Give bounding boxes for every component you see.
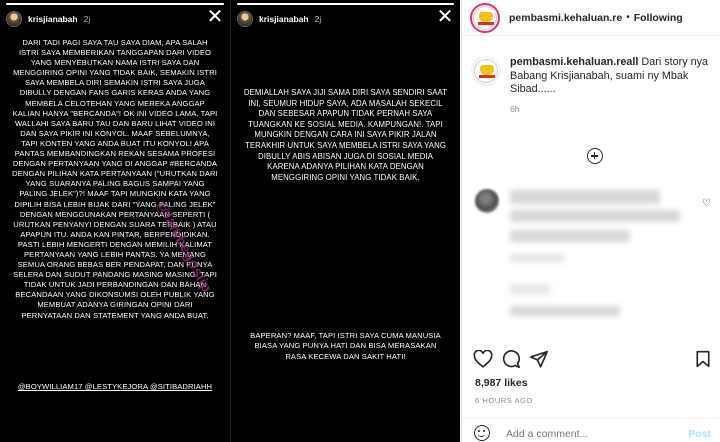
story-username[interactable]: krisjianabah: [28, 14, 78, 24]
share-icon[interactable]: [529, 350, 549, 368]
post-sidebar: pembasmi.kehaluan.re • Following pembasm…: [461, 0, 720, 442]
likes-count[interactable]: 8,987 likes: [475, 377, 528, 389]
story-footer-text: Baperan? Maaf, tapi istri saya cuma manu…: [250, 331, 441, 361]
story-header: krisjianabah 2j ✕: [6, 7, 224, 29]
story-avatar[interactable]: [6, 11, 22, 27]
story-progress-bar: [6, 3, 224, 5]
story-panel-2: krisjianabah 2j ✕ Demiallah saya jiji sa…: [230, 0, 460, 442]
story-text: Dari tadi pagi saya tau saya diam, apa s…: [12, 38, 218, 320]
story-time: 2j: [83, 14, 91, 24]
post-actions: [473, 350, 713, 370]
post-timestamp: 6 HOURS AGO: [475, 396, 533, 405]
save-icon[interactable]: [695, 350, 711, 368]
emoji-icon[interactable]: [474, 425, 490, 441]
story-header: krisjianabah 2j ✕: [237, 7, 454, 29]
heart-icon[interactable]: [473, 350, 493, 368]
caption-avatar[interactable]: [471, 56, 501, 86]
following-button[interactable]: Following: [634, 12, 683, 24]
post-caption: pembasmi.kehaluan.reall Dari story nya B…: [462, 36, 720, 97]
account-avatar[interactable]: [470, 2, 500, 33]
post-username[interactable]: pembasmi.kehaluan.re: [509, 12, 622, 24]
close-icon[interactable]: ✕: [436, 7, 454, 27]
story-text: Demiallah saya jiji sama diri saya sendi…: [243, 88, 448, 182]
heart-icon[interactable]: ♡: [702, 198, 711, 209]
separator-dot: •: [626, 12, 630, 23]
plus-circle-icon[interactable]: [587, 148, 603, 164]
commenter-avatar[interactable]: [475, 189, 499, 213]
story-avatar[interactable]: [237, 11, 253, 27]
caption-username[interactable]: pembasmi.kehaluan.reall: [510, 56, 638, 68]
story-panel-1: krisjianabah 2j ✕ Dari tadi pagi saya ta…: [0, 0, 230, 442]
caption-text: pembasmi.kehaluan.reall Dari story nya B…: [510, 56, 710, 97]
story-time: 2j: [314, 14, 322, 24]
comment-input[interactable]: [506, 428, 656, 440]
caption-time: 6h: [510, 103, 520, 114]
comment-icon[interactable]: [501, 350, 521, 368]
add-comment-bar: Post: [462, 418, 720, 442]
post-button[interactable]: Post: [688, 428, 711, 440]
close-icon[interactable]: ✕: [206, 7, 224, 27]
story-progress-bar: [237, 3, 454, 5]
story-username[interactable]: krisjianabah: [259, 14, 309, 24]
story-mentions[interactable]: @boywilliam17 @lestykejora @sitibadriahh: [12, 382, 218, 392]
post-header: pembasmi.kehaluan.re • Following: [462, 0, 720, 36]
